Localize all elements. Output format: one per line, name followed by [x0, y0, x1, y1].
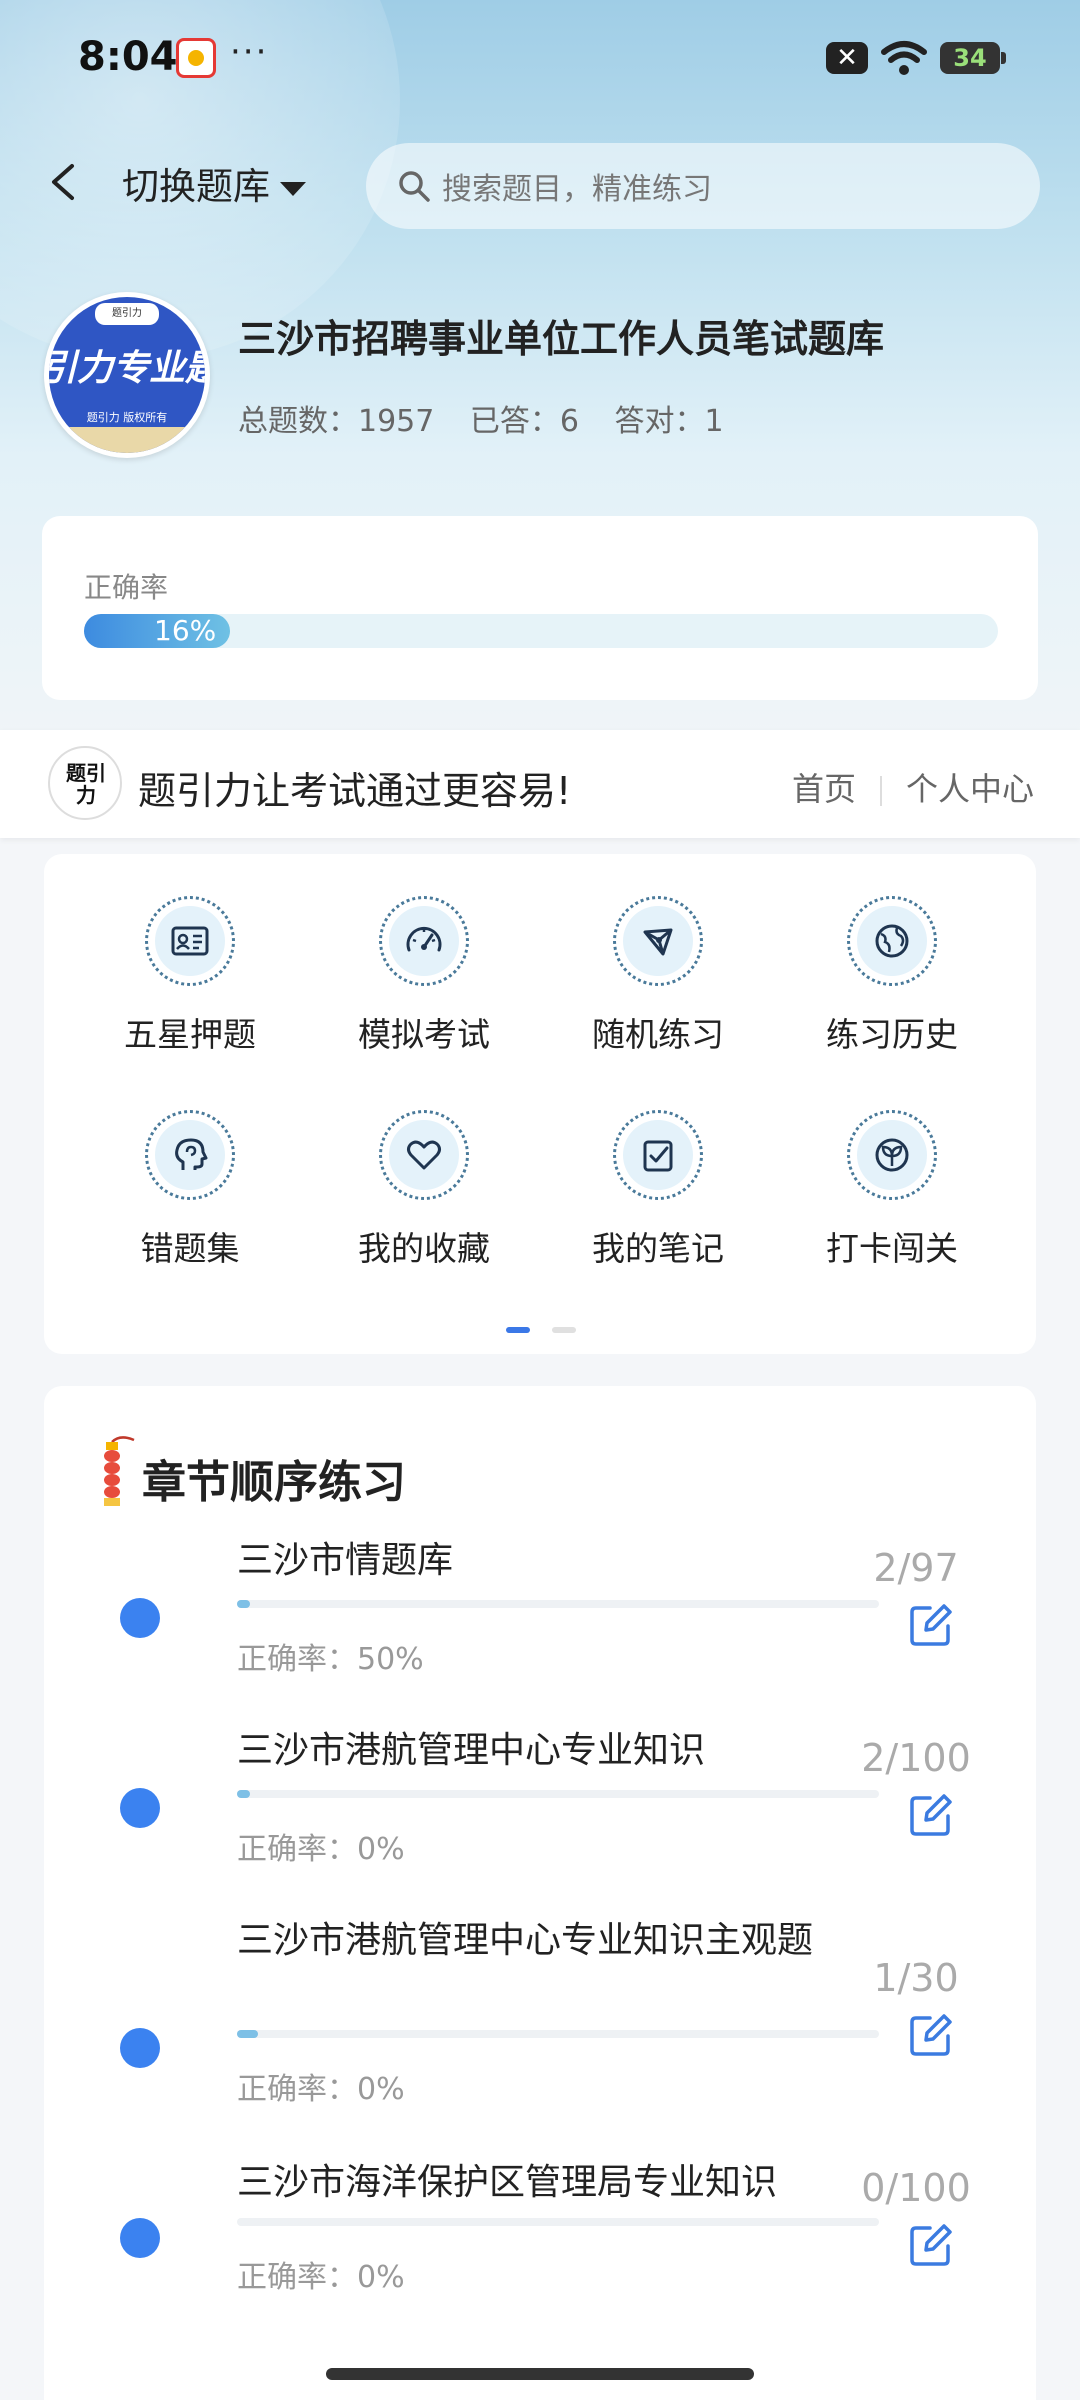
- logo-copyright: 题引力 版权所有: [86, 411, 168, 424]
- chapter-practice-card: 章节顺序练习 三沙市情题库 正确率：50% 2/97 三沙市港航管理中心专业知识…: [44, 1386, 1036, 2400]
- accuracy-label: 正确率: [84, 571, 169, 604]
- library-stats: 总题数：1957 已答：6 答对：1: [238, 396, 750, 440]
- feature-notes[interactable]: 我的笔记: [558, 1110, 758, 1280]
- chapter-name: 三沙市情题库: [237, 1540, 454, 1581]
- chapter-count: 0/100: [861, 2166, 971, 2210]
- feature-grid: 五星押题 模拟考试 随机练习 练习历史 错题集 我的收藏 我的笔记 打卡闯关: [44, 854, 1036, 1354]
- network-icon: [613, 896, 703, 986]
- library-logo: 题引力 引力专业题 题引力 版权所有: [44, 292, 210, 458]
- caret-down-icon: [280, 181, 306, 196]
- feature-check-in[interactable]: 打卡闯关: [792, 1110, 992, 1280]
- feature-wrong-questions[interactable]: 错题集: [90, 1110, 290, 1280]
- more-notifications-icon: ···: [230, 32, 269, 72]
- checklist-icon: [613, 1110, 703, 1200]
- chapter-progress-bar: [237, 1600, 879, 1608]
- chapter-progress-fill: [237, 1600, 251, 1608]
- feature-mock-exam[interactable]: 模拟考试: [324, 896, 524, 1066]
- stat-correct: 答对：1: [614, 404, 724, 439]
- feature-history[interactable]: 练习历史: [792, 896, 992, 1066]
- site-banner: 题引力 题引力让考试通过更容易! 首页 个人中心: [0, 730, 1080, 838]
- speedometer-icon: [379, 896, 469, 986]
- chapter-header: 章节顺序练习: [90, 1428, 690, 1508]
- id-card-icon: [145, 896, 235, 986]
- feature-label: 错题集: [140, 1229, 240, 1268]
- edit-icon[interactable]: [908, 2222, 954, 2268]
- chapter-progress-bar: [237, 1790, 879, 1798]
- feature-label: 模拟考试: [358, 1015, 490, 1054]
- battery-icon: 34: [940, 42, 1006, 74]
- chapter-row[interactable]: 三沙市情题库 正确率：50% 2/97: [44, 1536, 1036, 1686]
- accuracy-progress-bar: 16%: [84, 614, 998, 648]
- chapter-accuracy: 正确率：0%: [237, 2260, 405, 2295]
- feature-label: 我的收藏: [358, 1229, 490, 1268]
- chapter-status-dot: [120, 1598, 160, 1638]
- chapter-name: 三沙市海洋保护区管理局专业知识: [237, 2162, 778, 2203]
- feature-label: 练习历史: [826, 1015, 958, 1054]
- stat-total: 总题数：1957: [238, 404, 435, 439]
- accuracy-progress-fill: 16%: [84, 614, 231, 648]
- accuracy-percent: 16%: [154, 614, 217, 647]
- banner-slogan: 题引力让考试通过更容易!: [138, 769, 572, 813]
- heart-icon: [379, 1110, 469, 1200]
- chapter-status-dot: [120, 1788, 160, 1828]
- search-placeholder: 搜索题目，精准练习: [442, 172, 712, 207]
- chapter-status-dot: [120, 2218, 160, 2258]
- home-indicator[interactable]: [326, 2368, 754, 2380]
- chapter-count: 1/30: [873, 1956, 959, 2000]
- accuracy-card: 正确率 16%: [42, 516, 1038, 700]
- chapter-section-title: 章节顺序练习: [142, 1457, 406, 1508]
- feature-favorites[interactable]: 我的收藏: [324, 1110, 524, 1280]
- nav-home-link[interactable]: 首页: [792, 770, 856, 808]
- chapter-progress-bar: [237, 2218, 879, 2226]
- switch-library-label: 切换题库: [122, 165, 270, 208]
- page-dot-active[interactable]: [506, 1327, 530, 1333]
- status-time: 8:04: [78, 34, 178, 80]
- chapter-progress-fill: [237, 1790, 250, 1798]
- switch-library-dropdown[interactable]: 切换题库: [122, 156, 306, 210]
- page-indicator: [506, 1318, 598, 1337]
- chapter-name: 三沙市港航管理中心专业知识: [237, 1730, 706, 1771]
- chapter-name: 三沙市港航管理中心专业知识主观题: [237, 1920, 814, 1961]
- app-notification-icon: [176, 38, 216, 78]
- globe-icon: [847, 896, 937, 986]
- brand-logo[interactable]: 题引力: [48, 746, 122, 820]
- feature-label: 随机练习: [592, 1015, 724, 1054]
- chapter-accuracy: 正确率：0%: [237, 2072, 405, 2107]
- chapter-status-dot: [120, 2028, 160, 2068]
- nav-profile-link[interactable]: 个人中心: [906, 770, 1034, 808]
- feature-label: 我的笔记: [592, 1229, 724, 1268]
- logo-main-text: 引力专业题: [49, 348, 205, 389]
- no-sim-icon: ✕: [826, 42, 868, 74]
- chapter-row[interactable]: 三沙市港航管理中心专业知识 正确率：0% 2/100: [44, 1726, 1036, 1876]
- logo-brand-tag: 题引力: [95, 303, 159, 325]
- chapter-row[interactable]: 三沙市海洋保护区管理局专业知识 正确率：0% 0/100: [44, 2162, 1036, 2316]
- chapter-count: 2/97: [873, 1546, 959, 1590]
- chapter-progress-bar: [237, 2030, 879, 2038]
- chapter-count: 2/100: [861, 1736, 971, 1780]
- wifi-icon: [881, 41, 927, 75]
- edit-icon[interactable]: [908, 1792, 954, 1838]
- chapter-accuracy: 正确率：50%: [237, 1642, 424, 1677]
- firecracker-icon: [104, 1436, 135, 1506]
- status-bar: 8:04 ··· ✕ 34: [0, 28, 1080, 88]
- feature-label: 五星押题: [124, 1015, 256, 1054]
- sprout-icon: [847, 1110, 937, 1200]
- edit-icon[interactable]: [908, 1602, 954, 1648]
- feature-random-practice[interactable]: 随机练习: [558, 896, 758, 1066]
- search-icon: [399, 171, 430, 202]
- feature-label: 打卡闯关: [826, 1229, 958, 1268]
- banner-nav: 首页 个人中心: [792, 764, 1034, 810]
- edit-icon[interactable]: [908, 2012, 954, 2058]
- chapter-accuracy: 正确率：0%: [237, 1832, 405, 1867]
- back-arrow-icon[interactable]: [44, 160, 84, 204]
- chapter-row[interactable]: 三沙市港航管理中心专业知识主观题 正确率：0% 1/30: [44, 1916, 1036, 2116]
- page-dot[interactable]: [552, 1327, 576, 1333]
- head-icon: [145, 1110, 235, 1200]
- feature-five-star[interactable]: 五星押题: [90, 896, 290, 1066]
- library-title: 三沙市招聘事业单位工作人员笔试题库: [238, 317, 885, 361]
- chapter-progress-fill: [237, 2030, 259, 2038]
- stat-answered: 已答：6: [469, 404, 579, 439]
- search-input[interactable]: 搜索题目，精准练习: [366, 143, 1040, 229]
